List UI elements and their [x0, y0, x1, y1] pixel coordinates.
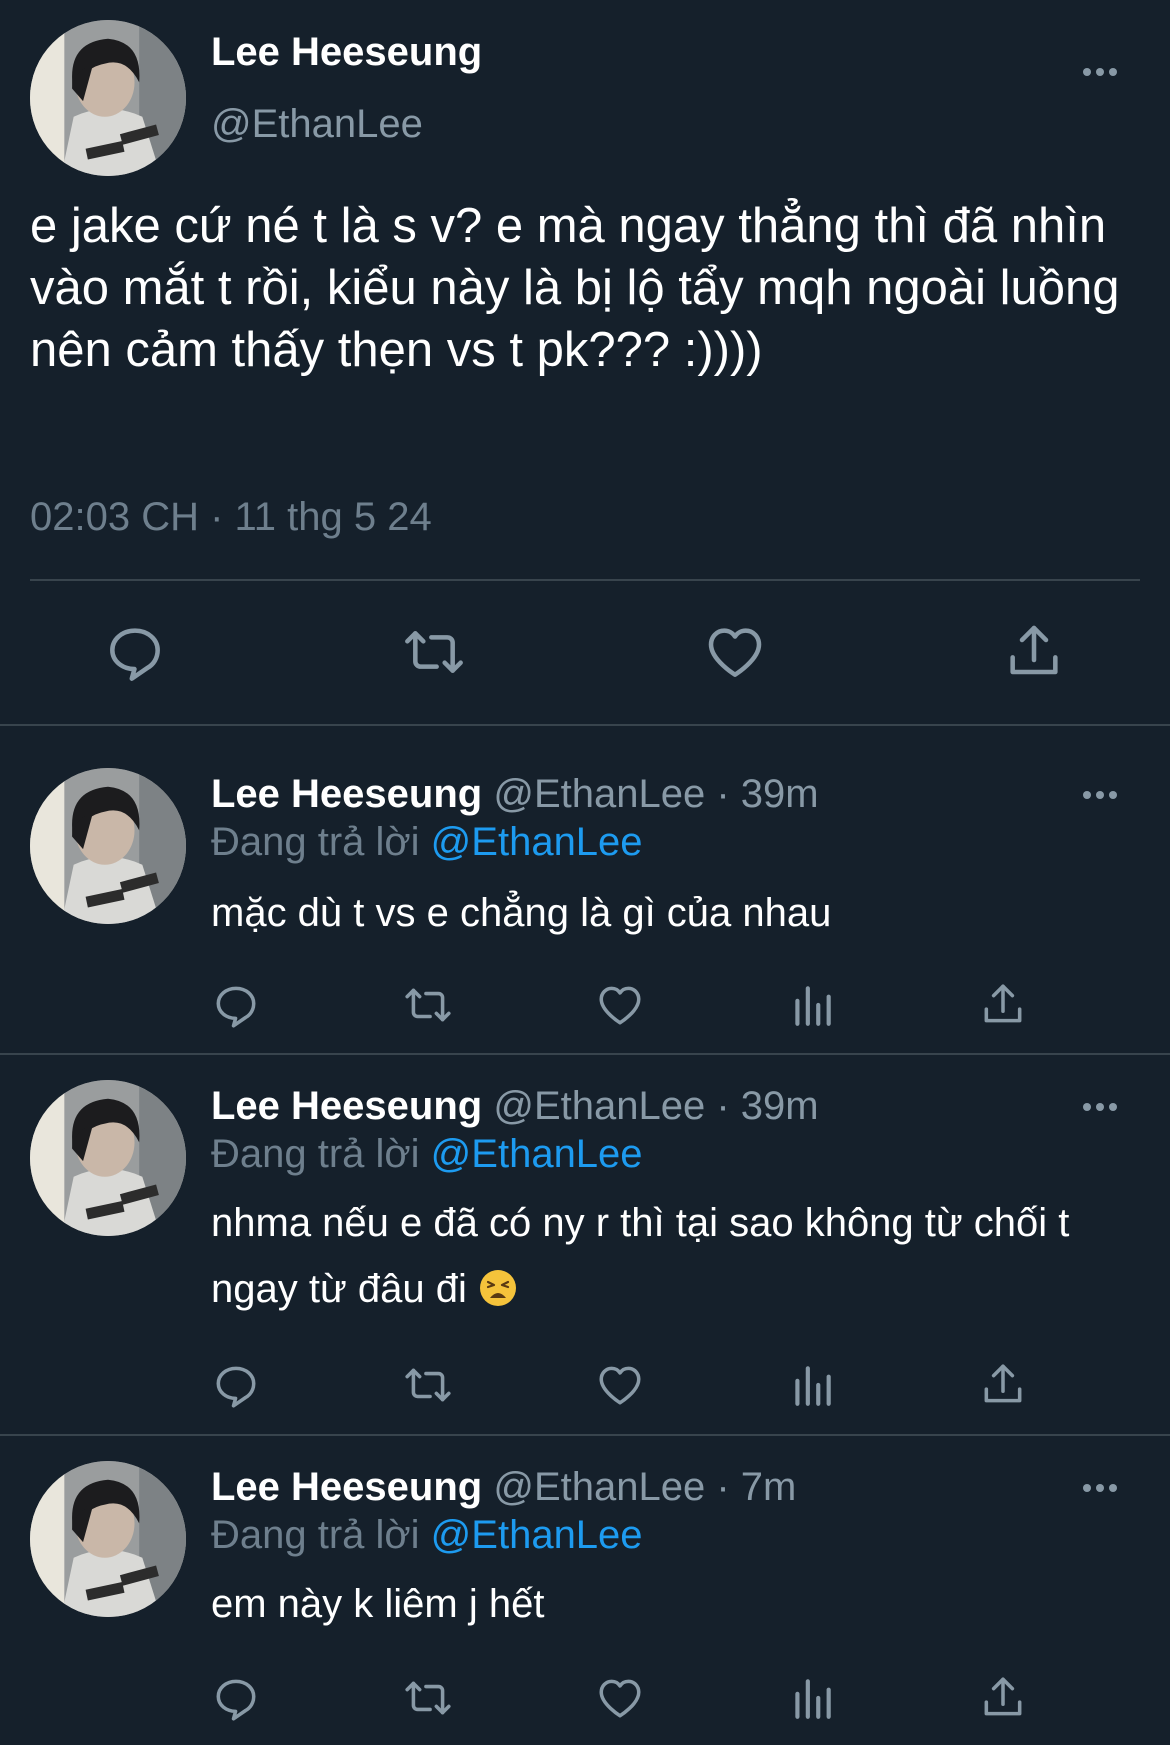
avatar[interactable]	[30, 20, 186, 176]
weary-face-emoji	[479, 1270, 516, 1306]
author-handle[interactable]: @EthanLee	[211, 102, 423, 147]
reply-icon[interactable]	[211, 1673, 261, 1723]
author-name[interactable]: Lee Heeseung	[211, 1465, 482, 1509]
share-icon[interactable]	[978, 1673, 1028, 1723]
author-handle[interactable]: @EthanLee	[493, 772, 705, 816]
analytics-icon[interactable]	[787, 1673, 837, 1723]
like-icon[interactable]	[595, 1673, 645, 1723]
avatar-image	[30, 20, 186, 176]
separator: ·	[716, 1465, 730, 1509]
reply-header: Lee Heeseung @EthanLee · 39m	[211, 1084, 819, 1129]
divider	[30, 579, 1140, 581]
more-options-icon[interactable]	[1070, 780, 1130, 810]
replying-to: Đang trả lời @EthanLee	[211, 1513, 643, 1558]
reply-text: em này k liêm j hết	[211, 1582, 545, 1626]
avatar-image	[30, 1461, 186, 1617]
more-options-icon[interactable]	[1070, 1473, 1130, 1503]
more-options-icon[interactable]	[1070, 1092, 1130, 1122]
replying-label: Đang trả lời	[211, 1132, 420, 1176]
share-icon[interactable]	[978, 1360, 1028, 1410]
mention-link[interactable]: @EthanLee	[431, 1513, 643, 1557]
reply-icon[interactable]	[211, 1360, 261, 1410]
retweet-icon[interactable]	[403, 980, 453, 1030]
avatar-image	[30, 768, 186, 924]
share-icon[interactable]	[1002, 620, 1066, 684]
reply-time[interactable]: 7m	[741, 1465, 797, 1509]
reply-icon[interactable]	[103, 620, 167, 684]
avatar[interactable]	[30, 1461, 186, 1617]
reply-icon[interactable]	[211, 980, 261, 1030]
reply-text: nhma nếu e đã có ny r thì tại sao không …	[211, 1201, 1070, 1311]
replying-to: Đang trả lời @EthanLee	[211, 1132, 643, 1177]
reply-text-block: nhma nếu e đã có ny r thì tại sao không …	[211, 1190, 1111, 1322]
replying-to: Đang trả lời @EthanLee	[211, 820, 643, 865]
section-divider	[0, 1053, 1170, 1055]
avatar[interactable]	[30, 768, 186, 924]
separator: ·	[716, 1084, 730, 1128]
author-name[interactable]: Lee Heeseung	[211, 1084, 482, 1128]
author-name[interactable]: Lee Heeseung	[211, 772, 482, 816]
like-icon[interactable]	[595, 980, 645, 1030]
avatar-image	[30, 1080, 186, 1236]
like-icon[interactable]	[595, 1360, 645, 1410]
share-icon[interactable]	[978, 980, 1028, 1030]
mention-link[interactable]: @EthanLee	[431, 1132, 643, 1176]
author-name[interactable]: Lee Heeseung	[211, 30, 482, 75]
author-handle[interactable]: @EthanLee	[493, 1084, 705, 1128]
section-divider	[0, 724, 1170, 726]
more-options-icon[interactable]	[1070, 57, 1130, 87]
reply-header: Lee Heeseung @EthanLee · 7m	[211, 1465, 796, 1510]
retweet-icon[interactable]	[403, 1673, 453, 1723]
reply-text: mặc dù t vs e chẳng là gì của nhau	[211, 891, 832, 935]
like-icon[interactable]	[703, 620, 767, 684]
retweet-icon[interactable]	[403, 1360, 453, 1410]
retweet-icon[interactable]	[402, 620, 466, 684]
avatar[interactable]	[30, 1080, 186, 1236]
replying-label: Đang trả lời	[211, 820, 420, 864]
author-handle[interactable]: @EthanLee	[493, 1465, 705, 1509]
analytics-icon[interactable]	[787, 1360, 837, 1410]
tweet-text: e jake cứ né t là s v? e mà ngay thẳng t…	[30, 199, 1120, 377]
reply-time[interactable]: 39m	[741, 772, 819, 816]
analytics-icon[interactable]	[787, 980, 837, 1030]
section-divider	[0, 1434, 1170, 1436]
reply-time[interactable]: 39m	[741, 1084, 819, 1128]
reply-header: Lee Heeseung @EthanLee · 39m	[211, 772, 819, 817]
replying-label: Đang trả lời	[211, 1513, 420, 1557]
mention-link[interactable]: @EthanLee	[431, 820, 643, 864]
separator: ·	[716, 772, 730, 816]
tweet-timestamp[interactable]: 02:03 CH · 11 thg 5 24	[30, 495, 432, 540]
